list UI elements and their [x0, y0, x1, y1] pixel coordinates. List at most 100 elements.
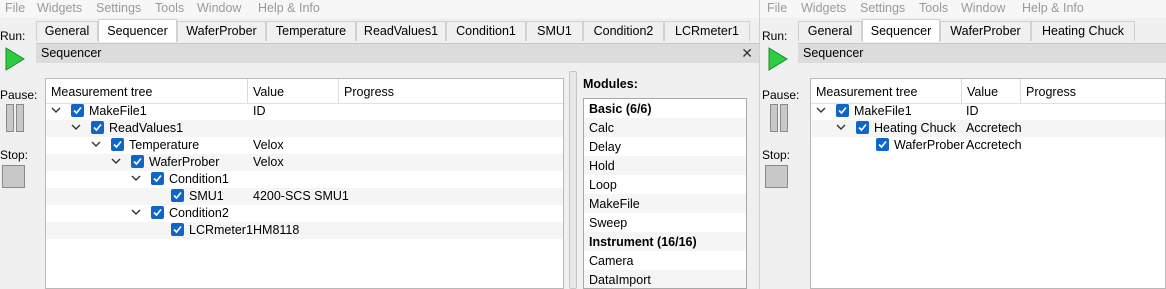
tree-row[interactable]: SMU1 4200-SCS SMU1 — [46, 188, 563, 205]
tree-item-label: MakeFile1 — [854, 104, 912, 118]
chevron-down-icon[interactable] — [131, 173, 141, 183]
menu-help[interactable]: Help & Info — [258, 1, 320, 15]
checkbox[interactable] — [856, 121, 869, 134]
tab-readvalues1[interactable]: ReadValues1 — [356, 21, 446, 41]
tree-row[interactable]: WaferProber Accretech — [811, 137, 1165, 154]
column-header-tree[interactable]: Measurement tree — [811, 79, 962, 103]
stop-button[interactable] — [2, 165, 25, 188]
tree-item-label: Condition1 — [169, 172, 229, 186]
checkmark-icon — [173, 225, 182, 234]
checkbox[interactable] — [876, 138, 889, 151]
right-window: File Widgets Settings Tools Window Help … — [760, 0, 1166, 289]
checkbox[interactable] — [171, 189, 184, 202]
tree-item-value: ID — [253, 104, 266, 118]
tab-general[interactable]: General — [36, 21, 98, 41]
module-category: Instrument (16/16) — [584, 232, 746, 251]
splitter-scrollbar[interactable] — [569, 71, 577, 289]
menu-settings[interactable]: Settings — [860, 1, 905, 15]
close-icon[interactable]: ✕ — [741, 44, 753, 63]
pause-icon — [770, 104, 778, 132]
tab-waferprober[interactable]: WaferProber — [940, 21, 1031, 41]
checkmark-icon — [858, 123, 867, 132]
tree-row[interactable]: Condition1 — [46, 171, 563, 188]
pause-button[interactable] — [4, 104, 24, 132]
module-item[interactable]: MakeFile — [584, 194, 746, 213]
checkmark-icon — [133, 157, 142, 166]
tab-lcrmeter1[interactable]: LCRmeter1 — [664, 21, 750, 41]
tab-sequencer[interactable]: Sequencer — [862, 19, 940, 42]
column-header-progress[interactable]: Progress — [1021, 79, 1165, 103]
menu-help[interactable]: Help & Info — [1022, 1, 1084, 15]
chevron-down-icon[interactable] — [816, 105, 826, 115]
run-label: Run: — [0, 29, 26, 43]
stop-label: Stop: — [0, 148, 29, 162]
run-button[interactable] — [767, 46, 789, 72]
tab-sequencer[interactable]: Sequencer — [98, 19, 177, 42]
checkbox[interactable] — [111, 138, 124, 151]
pane-title: Sequencer — [803, 46, 864, 60]
menu-file[interactable]: File — [767, 1, 787, 15]
module-item[interactable]: Loop — [584, 175, 746, 194]
column-header-tree[interactable]: Measurement tree — [46, 79, 248, 103]
checkbox[interactable] — [151, 172, 164, 185]
tree-item-label: SMU1 — [189, 189, 224, 203]
pause-button[interactable] — [768, 104, 788, 132]
tab-heating-chuck[interactable]: Heating Chuck — [1031, 21, 1135, 41]
tree-row[interactable]: WaferProber Velox — [46, 154, 563, 171]
menu-settings[interactable]: Settings — [96, 1, 141, 15]
chevron-down-icon[interactable] — [91, 139, 101, 149]
menu-tools[interactable]: Tools — [155, 1, 184, 15]
tree-row[interactable]: Condition2 — [46, 205, 563, 222]
tab-condition2[interactable]: Condition2 — [583, 21, 664, 41]
checkbox[interactable] — [131, 155, 144, 168]
chevron-down-icon[interactable] — [111, 156, 121, 166]
checkbox[interactable] — [836, 104, 849, 117]
tree-row[interactable]: LCRmeter1 HM8118 — [46, 222, 563, 239]
menu-window[interactable]: Window — [197, 1, 241, 15]
checkbox[interactable] — [171, 223, 184, 236]
checkbox[interactable] — [151, 206, 164, 219]
run-button[interactable] — [4, 46, 26, 72]
tab-waferprober[interactable]: WaferProber — [177, 21, 266, 41]
checkmark-icon — [153, 208, 162, 217]
stop-button[interactable] — [765, 165, 788, 188]
menu-widgets[interactable]: Widgets — [801, 1, 846, 15]
tab-condition1[interactable]: Condition1 — [446, 21, 526, 41]
tree-item-value: HM8118 — [253, 223, 300, 237]
menu-window[interactable]: Window — [961, 1, 1005, 15]
checkbox[interactable] — [91, 121, 104, 134]
tab-temperature[interactable]: Temperature — [266, 21, 356, 41]
tab-smu1[interactable]: SMU1 — [526, 21, 583, 41]
module-item[interactable]: Delay — [584, 137, 746, 156]
tree-row[interactable]: Temperature Velox — [46, 137, 563, 154]
module-item[interactable]: Hold — [584, 156, 746, 175]
tab-general[interactable]: General — [798, 21, 862, 41]
chevron-down-icon[interactable] — [836, 122, 846, 132]
run-label: Run: — [762, 29, 788, 43]
checkmark-icon — [173, 191, 182, 200]
chevron-down-icon[interactable] — [51, 105, 61, 115]
menu-tools[interactable]: Tools — [919, 1, 948, 15]
tree-row[interactable]: MakeFile1 ID — [46, 103, 563, 120]
chevron-down-icon[interactable] — [131, 207, 141, 217]
module-item[interactable]: Camera — [584, 251, 746, 270]
menu-file[interactable]: File — [5, 1, 25, 15]
tree-row[interactable]: Heating Chuck Accretech — [811, 120, 1165, 137]
column-header-value[interactable]: Value — [962, 79, 1021, 103]
tree-row[interactable]: ReadValues1 — [46, 120, 563, 137]
module-item[interactable]: Calc — [584, 118, 746, 137]
tree-item-value: Accretech — [966, 138, 1022, 152]
column-header-value[interactable]: Value — [248, 79, 339, 103]
tree-item-label: Heating Chuck — [874, 121, 956, 135]
tree-item-value: Accretech — [966, 121, 1022, 135]
checkmark-icon — [878, 140, 887, 149]
column-header-progress[interactable]: Progress — [339, 79, 563, 103]
checkmark-icon — [93, 123, 102, 132]
checkbox[interactable] — [71, 104, 84, 117]
module-item[interactable]: DataImport — [584, 270, 746, 288]
play-icon — [5, 47, 25, 71]
module-item[interactable]: Sweep — [584, 213, 746, 232]
menu-widgets[interactable]: Widgets — [37, 1, 82, 15]
chevron-down-icon[interactable] — [71, 122, 81, 132]
tree-row[interactable]: MakeFile1 ID — [811, 103, 1165, 120]
